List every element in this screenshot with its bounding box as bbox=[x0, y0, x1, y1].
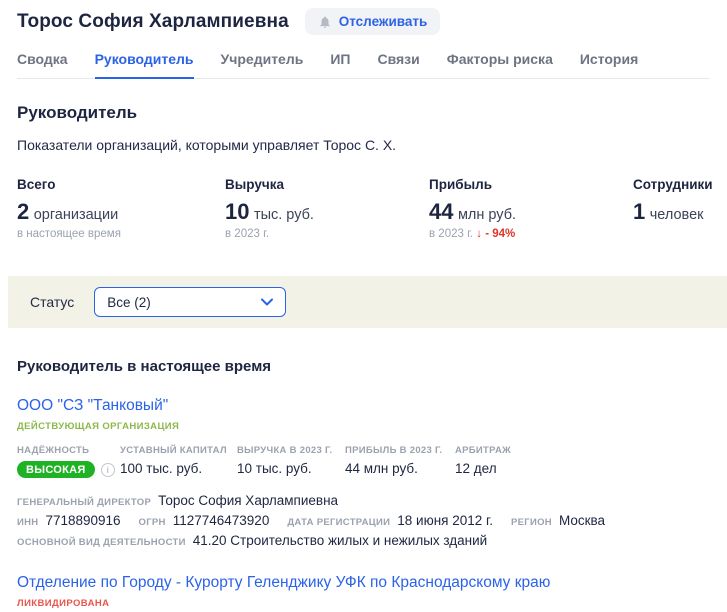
stat-label: Сотрудники bbox=[633, 177, 713, 192]
org-status-badge: ЛИКВИДИРОВАНА bbox=[17, 598, 710, 609]
tab-connections[interactable]: Связи bbox=[377, 47, 419, 78]
info-icon[interactable]: i bbox=[101, 463, 115, 477]
company-link[interactable]: Отделение по Городу - Курорту Геленджику… bbox=[17, 574, 550, 592]
tab-risk-factors[interactable]: Факторы риска bbox=[447, 47, 553, 78]
list-heading: Руководитель в настоящее время bbox=[17, 358, 710, 375]
metric-label: ПРИБЫЛЬ В 2023 Г. bbox=[345, 445, 455, 456]
metric-label: УСТАВНЫЙ КАПИТАЛ bbox=[120, 445, 237, 456]
kv-label: ИНН bbox=[17, 517, 38, 528]
metric-arbitration: АРБИТРАЖ 12 дел bbox=[455, 445, 511, 478]
kv-label: ОГРН bbox=[139, 517, 166, 528]
section-heading: Руководитель bbox=[17, 103, 710, 123]
stat-caption: в 2023 г. bbox=[225, 228, 429, 240]
kv-value: 1127746473920 bbox=[173, 513, 270, 528]
kv-label: ДАТА РЕГИСТРАЦИИ bbox=[287, 517, 390, 528]
page-title: Торос София Харлампиевна bbox=[17, 11, 289, 33]
stat-label: Всего bbox=[17, 177, 225, 192]
chevron-down-icon bbox=[261, 298, 273, 306]
stat-unit: млн руб. bbox=[458, 207, 516, 223]
section-subtitle: Показатели организаций, которыми управля… bbox=[17, 137, 710, 153]
metric-label: АРБИТРАЖ bbox=[455, 445, 511, 456]
activity-row: ОСНОВНОЙ ВИД ДЕЯТЕЛЬНОСТИ 41.20 Строител… bbox=[17, 533, 710, 548]
stat-unit: тыс. руб. bbox=[254, 207, 314, 223]
tab-bar: Сводка Руководитель Учредитель ИП Связи … bbox=[17, 47, 710, 79]
kv-value: Торос София Харлампиевна bbox=[158, 493, 338, 508]
kv-label: ГЕНЕРАЛЬНЫЙ ДИРЕКТОР bbox=[17, 497, 151, 508]
registry-row: ИНН 7718890916 ОГРН 1127746473920 ДАТА РЕГ… bbox=[17, 513, 710, 528]
bell-icon bbox=[318, 15, 332, 29]
company-card-2: Отделение по Городу - Курорту Геленджику… bbox=[17, 574, 710, 612]
stat-caption: в настоящее время bbox=[17, 228, 225, 240]
status-filter-label: Статус bbox=[30, 294, 74, 310]
kv-value: Москва bbox=[559, 513, 605, 528]
stat-total: Всего 2 организации в настоящее время bbox=[17, 177, 225, 240]
stat-employees: Сотрудники 1 человек bbox=[633, 177, 713, 240]
stat-value: 2 bbox=[17, 199, 29, 224]
stat-label: Прибыль bbox=[429, 177, 633, 192]
tab-summary[interactable]: Сводка bbox=[17, 47, 68, 78]
kv-value: 41.20 Строительство жилых и нежилых здан… bbox=[193, 533, 487, 548]
metric-value: 100 тыс. руб. bbox=[120, 461, 237, 476]
kv-value: 7718890916 bbox=[45, 513, 120, 528]
org-status-badge: ДЕЙСТВУЮЩАЯ ОРГАНИЗАЦИЯ bbox=[17, 421, 710, 432]
stat-unit: человек bbox=[650, 207, 704, 223]
stat-value: 1 bbox=[633, 199, 645, 224]
metric-value: 10 тыс. руб. bbox=[237, 461, 345, 476]
follow-button[interactable]: Отслеживать bbox=[305, 8, 441, 35]
director-row: ГЕНЕРАЛЬНЫЙ ДИРЕКТОР Торос София Харламп… bbox=[17, 493, 710, 508]
status-filter-strip: Статус Все (2) bbox=[8, 276, 727, 328]
header: Торос София Харлампиевна Отслеживать bbox=[17, 8, 710, 35]
stat-value: 44 bbox=[429, 199, 453, 224]
kv-label: РЕГИОН bbox=[511, 517, 552, 528]
stat-caption: в 2023 г. bbox=[429, 228, 473, 240]
metric-value: 44 млн руб. bbox=[345, 461, 455, 476]
tab-founder[interactable]: Учредитель bbox=[221, 47, 304, 78]
tab-ip[interactable]: ИП bbox=[330, 47, 350, 78]
status-select[interactable]: Все (2) bbox=[94, 287, 286, 317]
stat-profit: Прибыль 44 млн руб. в 2023 г. ↓ - 94% bbox=[429, 177, 633, 240]
status-select-value: Все (2) bbox=[107, 295, 151, 310]
stat-label: Выручка bbox=[225, 177, 429, 192]
metric-value: 12 дел bbox=[455, 461, 511, 476]
metric-capital: УСТАВНЫЙ КАПИТАЛ 100 тыс. руб. bbox=[120, 445, 237, 478]
metric-revenue: ВЫРУЧКА В 2023 Г. 10 тыс. руб. bbox=[237, 445, 345, 478]
company-metrics: НАДЁЖНОСТЬ ВЫСОКАЯ i УСТАВНЫЙ КАПИТАЛ 10… bbox=[17, 445, 710, 478]
metric-label: ВЫРУЧКА В 2023 Г. bbox=[237, 445, 345, 456]
reliability-badge: ВЫСОКАЯ bbox=[17, 461, 95, 478]
metric-profit: ПРИБЫЛЬ В 2023 Г. 44 млн руб. bbox=[345, 445, 455, 478]
metric-label: НАДЁЖНОСТЬ bbox=[17, 445, 120, 456]
stat-revenue: Выручка 10 тыс. руб. в 2023 г. bbox=[225, 177, 429, 240]
stat-delta: ↓ - 94% bbox=[476, 228, 515, 240]
tab-history[interactable]: История bbox=[580, 47, 638, 78]
follow-button-label: Отслеживать bbox=[339, 14, 428, 29]
company-card-1: ООО "СЗ "Танковый" ДЕЙСТВУЮЩАЯ ОРГАНИЗАЦ… bbox=[17, 397, 710, 548]
stat-unit: организации bbox=[34, 207, 119, 223]
metric-reliability: НАДЁЖНОСТЬ ВЫСОКАЯ i bbox=[17, 445, 120, 478]
page: Торос София Харлампиевна Отслеживать Сво… bbox=[0, 0, 727, 612]
kv-value: 18 июня 2012 г. bbox=[397, 513, 493, 528]
stat-value: 10 bbox=[225, 199, 249, 224]
kv-label: ОСНОВНОЙ ВИД ДЕЯТЕЛЬНОСТИ bbox=[17, 537, 186, 548]
tab-director[interactable]: Руководитель bbox=[95, 47, 194, 79]
stats-row: Всего 2 организации в настоящее время Вы… bbox=[17, 177, 710, 240]
company-link[interactable]: ООО "СЗ "Танковый" bbox=[17, 397, 168, 415]
